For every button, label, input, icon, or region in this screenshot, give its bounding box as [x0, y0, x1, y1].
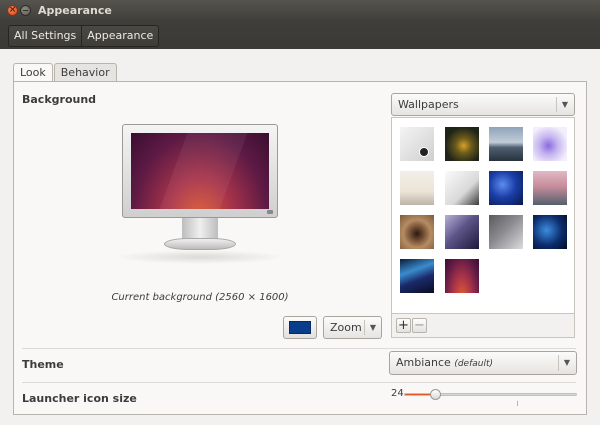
minimize-icon: [23, 10, 28, 11]
theme-select[interactable]: Ambiance (default) ▼: [389, 351, 577, 375]
wallpaper-source-select[interactable]: Wallpapers ▼: [391, 93, 575, 116]
wallpaper-thumb[interactable]: [445, 215, 479, 249]
monitor-stand-neck: [182, 218, 218, 240]
breadcrumb: All Settings Appearance: [8, 25, 160, 47]
wallpaper-thumb[interactable]: [400, 171, 434, 205]
launcher-icon-size-label: Launcher icon size: [22, 392, 137, 405]
combo-separator: [556, 97, 557, 112]
window-title: Appearance: [38, 4, 112, 17]
wallpaper-thumb[interactable]: [533, 171, 567, 205]
minimize-window-button[interactable]: [20, 5, 31, 16]
color-swatch: [289, 321, 311, 334]
theme-value-wrap: Ambiance (default): [396, 352, 493, 375]
monitor-stand-foot: [164, 238, 236, 250]
chevron-down-icon: ▼: [369, 323, 377, 332]
close-icon: ×: [8, 5, 17, 15]
breadcrumb-all-settings[interactable]: All Settings: [9, 26, 81, 46]
separator: [22, 382, 576, 383]
add-wallpaper-button[interactable]: +: [396, 318, 411, 333]
combo-separator: [364, 320, 365, 335]
toolbar: All Settings Appearance: [0, 22, 600, 49]
combo-separator: [558, 355, 559, 371]
monitor-shadow: [114, 250, 286, 264]
breadcrumb-appearance[interactable]: Appearance: [81, 26, 158, 46]
selected-check-icon: [419, 147, 429, 157]
wallpaper-thumb[interactable]: [445, 171, 479, 205]
wallpaper-thumb[interactable]: [533, 127, 567, 161]
separator: [22, 348, 576, 349]
background-preview-monitor: [122, 124, 278, 218]
chevron-down-icon: ▼: [561, 100, 569, 109]
theme-value: Ambiance: [396, 356, 451, 369]
remove-wallpaper-button[interactable]: −: [412, 318, 427, 333]
monitor-power-led: [267, 210, 273, 214]
wallpaper-thumb[interactable]: [400, 215, 434, 249]
tab-bar: Look Behavior: [13, 63, 118, 83]
current-background-preview: [131, 133, 269, 209]
wallpaper-thumb[interactable]: [445, 127, 479, 161]
wallpaper-grid: [391, 117, 575, 314]
wallpaper-thumb[interactable]: [445, 259, 479, 293]
launcher-icon-size-value: 24: [391, 388, 404, 399]
wallpaper-thumb[interactable]: [400, 127, 434, 161]
close-window-button[interactable]: ×: [7, 5, 18, 16]
background-color-button[interactable]: [283, 316, 317, 339]
title-bar: × Appearance: [0, 0, 600, 22]
current-background-caption: Current background (2560 × 1600): [111, 292, 289, 303]
wallpaper-thumb[interactable]: [489, 215, 523, 249]
wallpaper-thumb[interactable]: [400, 259, 434, 293]
wallpaper-thumb[interactable]: [489, 127, 523, 161]
chevron-down-icon: ▼: [563, 358, 571, 367]
background-label: Background: [22, 93, 97, 106]
tab-behavior[interactable]: Behavior: [53, 63, 117, 82]
wallpaper-grid-toolbar: + −: [391, 314, 575, 338]
wallpaper-thumb[interactable]: [489, 171, 523, 205]
zoom-mode-select[interactable]: Zoom ▼: [323, 316, 382, 339]
wallpaper-source-value: Wallpapers: [398, 98, 459, 111]
slider-handle[interactable]: [429, 389, 441, 400]
tab-look[interactable]: Look: [13, 63, 53, 83]
theme-default-hint: (default): [454, 359, 494, 369]
appearance-window: × Appearance All Settings Appearance Loo…: [0, 0, 600, 425]
zoom-mode-value: Zoom: [330, 321, 362, 334]
slider-tick: [517, 401, 518, 406]
wallpaper-thumb[interactable]: [533, 215, 567, 249]
theme-label: Theme: [22, 358, 64, 371]
